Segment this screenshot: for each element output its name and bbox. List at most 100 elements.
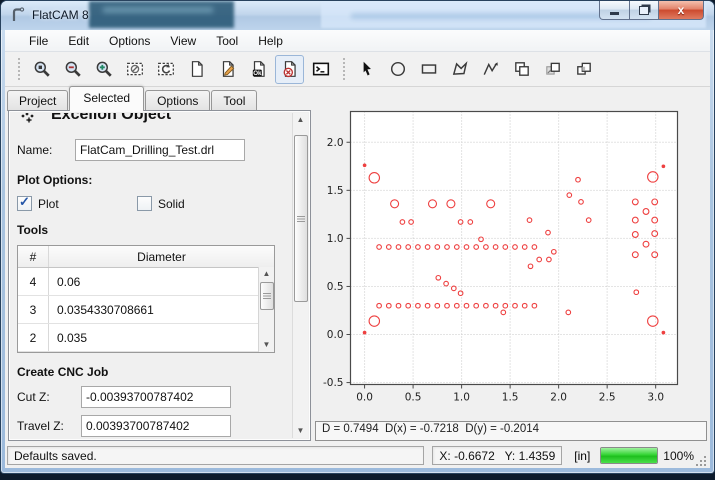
table-row[interactable]: 20.035 xyxy=(18,324,274,352)
check-icon: ✓ xyxy=(19,194,30,210)
scroll-up-icon[interactable]: ▲ xyxy=(293,113,308,127)
plot-checkbox[interactable]: ✓ Plot xyxy=(17,196,137,211)
svg-text:0.0: 0.0 xyxy=(327,329,344,341)
plot-options-label: Plot Options: xyxy=(17,173,288,187)
drill-pattern-icon xyxy=(19,113,39,129)
tab-selected[interactable]: Selected xyxy=(69,86,144,111)
copy-tool-icon xyxy=(513,60,531,78)
union-tool-icon xyxy=(575,60,593,78)
toolbar-separator[interactable] xyxy=(16,58,21,80)
toolbar-separator[interactable] xyxy=(341,58,346,80)
menu-tool[interactable]: Tool xyxy=(206,31,248,51)
close-button[interactable]: x xyxy=(658,1,704,20)
replot-button[interactable] xyxy=(151,55,180,84)
svg-text:2.0: 2.0 xyxy=(327,137,344,149)
name-label: Name: xyxy=(17,143,75,157)
menu-bar: FileEditOptionsViewToolHelp xyxy=(5,30,710,52)
scroll-down-icon[interactable]: ▼ xyxy=(259,338,274,352)
shell-icon xyxy=(312,60,330,78)
resize-grip[interactable] xyxy=(694,454,708,468)
pointer-icon xyxy=(358,60,376,78)
solid-checkbox[interactable]: Solid xyxy=(137,196,257,211)
union-tool-button[interactable] xyxy=(569,55,598,84)
window-title: FlatCAM 8 xyxy=(32,8,89,22)
zoom-out-button[interactable] xyxy=(58,55,87,84)
edit-file-icon xyxy=(219,60,237,78)
ok-file-button[interactable]: Ok xyxy=(244,55,273,84)
table-scrollbar[interactable]: ▲ ▼ xyxy=(258,267,274,352)
plot-canvas[interactable]: 0.00.51.01.52.02.53.02.01.51.00.50.0-0.5 xyxy=(313,87,710,419)
menu-options[interactable]: Options xyxy=(99,31,160,51)
circle-tool-button[interactable] xyxy=(383,55,412,84)
progress-percent: 100% xyxy=(663,449,694,463)
close-icon: x xyxy=(678,3,685,17)
travel-z-label: Travel Z: xyxy=(17,419,81,433)
selected-panel: Excellon Object Name: Plot Options: ✓ Pl… xyxy=(8,110,311,441)
delete-file-button[interactable] xyxy=(275,55,304,84)
pointer-button[interactable] xyxy=(352,55,381,84)
table-row[interactable]: 30.0354330708661 xyxy=(18,296,274,324)
svg-text:0.0: 0.0 xyxy=(356,392,373,404)
cut-z-input[interactable] xyxy=(81,386,231,408)
menu-file[interactable]: File xyxy=(19,31,58,51)
tools-label: Tools xyxy=(17,223,288,237)
polygon-tool-icon xyxy=(451,60,469,78)
panel-scrollbar-thumb[interactable] xyxy=(294,135,308,302)
svg-text:-0.5: -0.5 xyxy=(323,377,344,389)
col-header-num: # xyxy=(18,246,49,267)
title-bar[interactable]: FlatCAM 8 x xyxy=(1,1,714,30)
progress-bar xyxy=(600,447,658,464)
replot-icon xyxy=(157,60,175,78)
new-file-button[interactable] xyxy=(182,55,211,84)
app-icon xyxy=(10,7,26,23)
minimize-button[interactable] xyxy=(599,1,630,20)
menu-view[interactable]: View xyxy=(160,31,206,51)
tab-tool[interactable]: Tool xyxy=(211,90,257,111)
left-pane: ProjectSelectedOptionsTool Excellon Obje… xyxy=(5,87,313,443)
delete-file-icon xyxy=(281,60,299,78)
restore-button[interactable] xyxy=(630,1,658,20)
scroll-up-icon[interactable]: ▲ xyxy=(259,267,274,281)
zoom-button[interactable] xyxy=(27,55,56,84)
svg-text:1.5: 1.5 xyxy=(327,185,344,197)
panel-scrollbar[interactable]: ▲ ▼ xyxy=(292,113,308,438)
svg-text:0.5: 0.5 xyxy=(327,281,344,293)
tool-diameter[interactable]: 0.06 xyxy=(49,275,274,289)
path-tool-icon xyxy=(482,60,500,78)
tools-table[interactable]: #Diameter40.0630.035433070866120.035 ▲ ▼ xyxy=(17,245,275,353)
plot-pane: 0.00.51.01.52.02.53.02.01.51.00.50.0-0.5… xyxy=(313,87,710,443)
table-row[interactable]: 40.06 xyxy=(18,268,274,296)
tab-options[interactable]: Options xyxy=(145,90,210,111)
clear-plot-button[interactable] xyxy=(120,55,149,84)
menu-help[interactable]: Help xyxy=(248,31,293,51)
cursor-coordinates: X: -0.6672 Y: 1.4359 xyxy=(432,446,562,465)
name-input[interactable] xyxy=(75,139,245,161)
rectangle-tool-button[interactable] xyxy=(414,55,443,84)
polygon-tool-button[interactable] xyxy=(445,55,474,84)
status-message: Defaults saved. xyxy=(7,446,424,465)
background-window-glimpse-dark xyxy=(89,1,234,28)
path-tool-button[interactable] xyxy=(476,55,505,84)
copy-paste-tool-button[interactable] xyxy=(538,55,567,84)
tab-project[interactable]: Project xyxy=(7,90,68,111)
menu-edit[interactable]: Edit xyxy=(58,31,99,51)
ok-file-icon: Ok xyxy=(250,60,268,78)
new-file-icon xyxy=(188,60,206,78)
tool-diameter[interactable]: 0.035 xyxy=(49,331,274,345)
status-bar: Defaults saved. X: -0.6672 Y: 1.4359 [in… xyxy=(5,443,710,468)
toolbar: Ok xyxy=(5,52,710,87)
restore-icon xyxy=(639,6,649,15)
travel-z-input[interactable] xyxy=(81,415,231,437)
svg-text:1.0: 1.0 xyxy=(327,233,344,245)
tool-diameter[interactable]: 0.0354330708661 xyxy=(49,303,274,317)
edit-file-button[interactable] xyxy=(213,55,242,84)
shell-button[interactable] xyxy=(306,55,335,84)
scroll-down-icon[interactable]: ▼ xyxy=(293,424,308,438)
copy-tool-button[interactable] xyxy=(507,55,536,84)
cnc-field-row: Travel Z: xyxy=(17,415,288,437)
svg-text:2.0: 2.0 xyxy=(550,392,567,404)
table-scrollbar-thumb[interactable] xyxy=(260,282,274,310)
zoom-in-button[interactable] xyxy=(89,55,118,84)
svg-text:1.0: 1.0 xyxy=(453,392,470,404)
object-title: Excellon Object xyxy=(51,113,171,124)
